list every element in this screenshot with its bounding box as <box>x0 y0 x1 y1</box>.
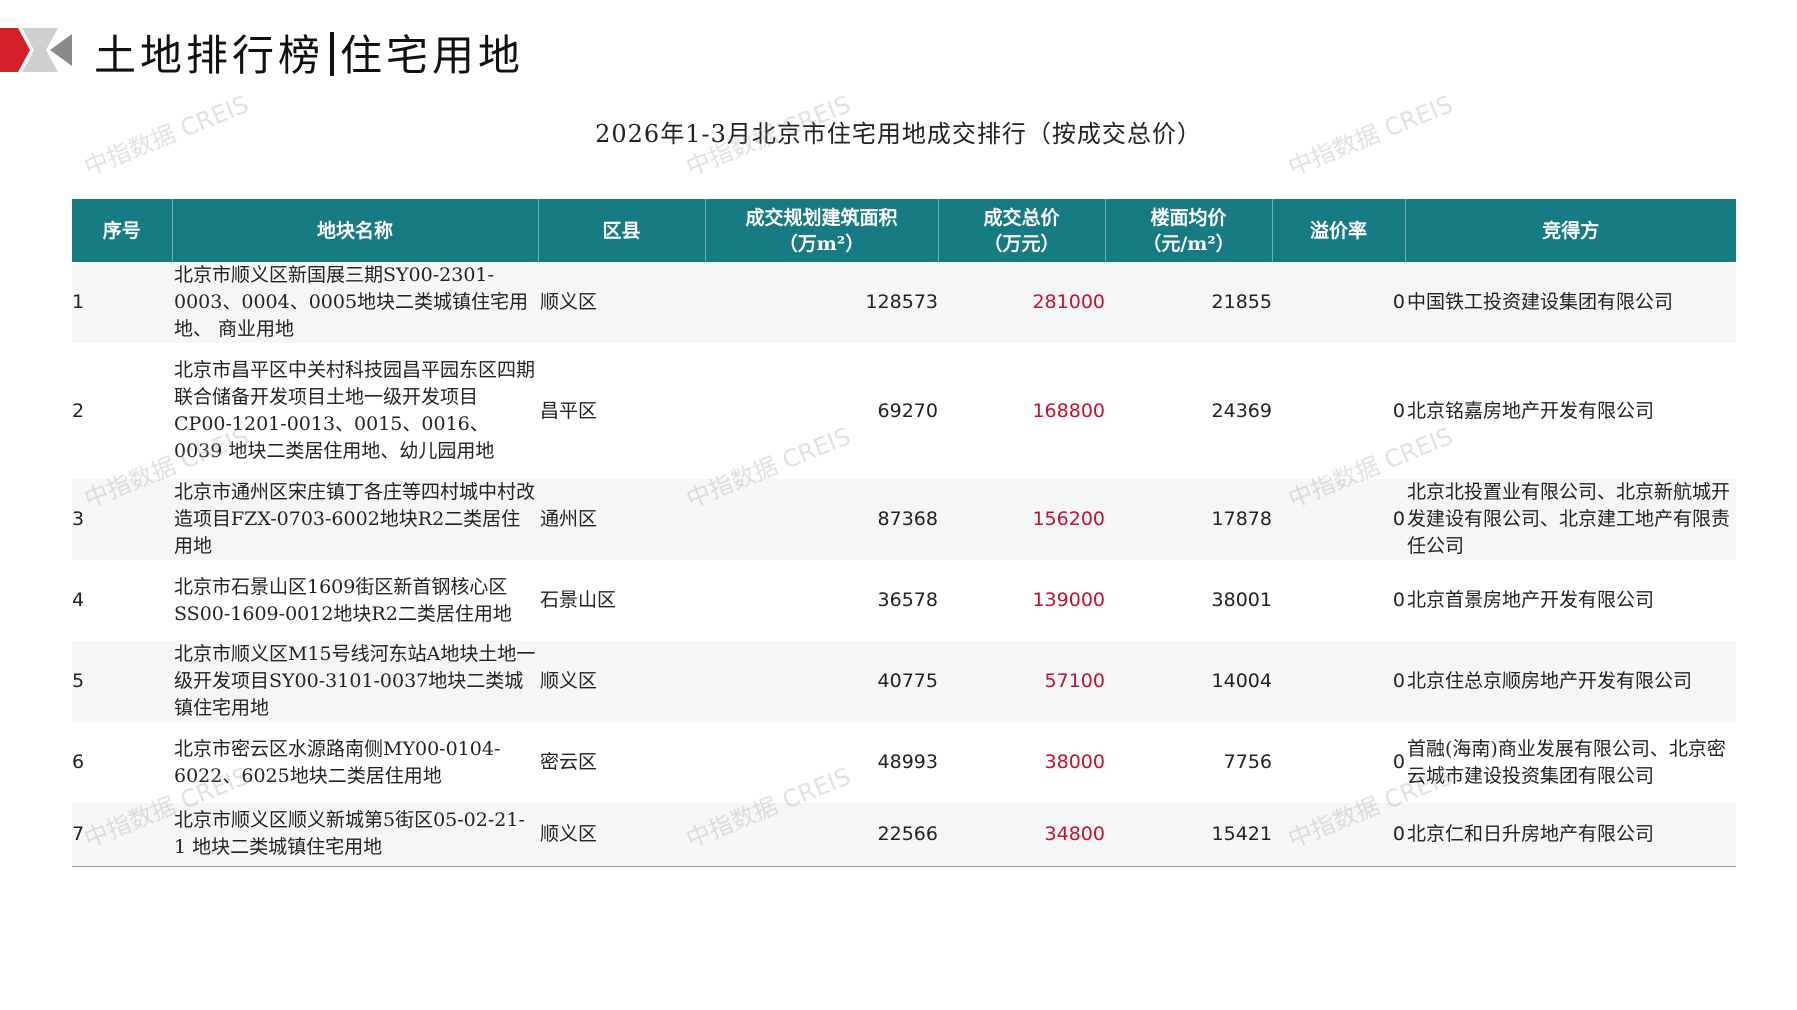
cell-area: 48993 <box>705 722 938 803</box>
cell-total: 156200 <box>938 479 1105 560</box>
cell-winner: 北京仁和日升房地产有限公司 <box>1405 803 1736 867</box>
cell-unit-price: 17878 <box>1105 479 1272 560</box>
cell-seq: 6 <box>72 722 172 803</box>
col-header-total: 成交总价 （万元） <box>938 199 1106 262</box>
cell-seq: 2 <box>72 343 172 479</box>
brand-logo-icon <box>0 28 72 72</box>
table-row: 2 北京市昌平区中关村科技园昌平园东区四期联合储备开发项目土地一级开发项目 CP… <box>72 343 1736 479</box>
cell-area: 69270 <box>705 343 938 479</box>
cell-seq: 1 <box>72 262 172 343</box>
table-row: 5 北京市顺义区M15号线河东站A地块土地一级开发项目SY00-3101-003… <box>72 641 1736 722</box>
cell-total: 168800 <box>938 343 1105 479</box>
cell-district: 顺义区 <box>538 641 705 722</box>
cell-seq: 4 <box>72 560 172 641</box>
cell-premium: 0 <box>1272 479 1405 560</box>
cell-winner: 中国铁工投资建设集团有限公司 <box>1405 262 1736 343</box>
cell-name: 北京市密云区水源路南侧MY00-0104-6022、6025地块二类居住用地 <box>172 722 538 803</box>
cell-premium: 0 <box>1272 722 1405 803</box>
cell-winner: 北京铭嘉房地产开发有限公司 <box>1405 343 1736 479</box>
cell-unit-price: 7756 <box>1105 722 1272 803</box>
cell-area: 128573 <box>705 262 938 343</box>
cell-name: 北京市通州区宋庄镇丁各庄等四村城中村改造项目FZX-0703-6002地块R2二… <box>172 479 538 560</box>
cell-winner: 首融(海南)商业发展有限公司、北京密云城市建设投资集团有限公司 <box>1405 722 1736 803</box>
cell-total: 34800 <box>938 803 1105 867</box>
cell-seq: 3 <box>72 479 172 560</box>
cell-name: 北京市昌平区中关村科技园昌平园东区四期联合储备开发项目土地一级开发项目 CP00… <box>172 343 538 479</box>
cell-seq: 7 <box>72 803 172 867</box>
table-row: 3 北京市通州区宋庄镇丁各庄等四村城中村改造项目FZX-0703-6002地块R… <box>72 479 1736 560</box>
cell-unit-price: 21855 <box>1105 262 1272 343</box>
col-header-name: 地块名称 <box>172 199 539 262</box>
cell-premium: 0 <box>1272 803 1405 867</box>
cell-premium: 0 <box>1272 343 1405 479</box>
cell-district: 密云区 <box>538 722 705 803</box>
cell-district: 顺义区 <box>538 803 705 867</box>
cell-total: 139000 <box>938 560 1105 641</box>
col-header-district: 区县 <box>538 199 706 262</box>
cell-area: 22566 <box>705 803 938 867</box>
cell-area: 36578 <box>705 560 938 641</box>
cell-district: 顺义区 <box>538 262 705 343</box>
col-header-winner: 竞得方 <box>1405 199 1736 262</box>
table-header-row: 序号 地块名称 区县 成交规划建筑面积 （万m²） 成交总价 （万元） 楼面均价… <box>72 199 1736 262</box>
cell-name: 北京市石景山区1609街区新首钢核心区SS00-1609-0012地块R2二类居… <box>172 560 538 641</box>
col-header-premium: 溢价率 <box>1272 199 1406 262</box>
cell-winner: 北京首景房地产开发有限公司 <box>1405 560 1736 641</box>
cell-area: 40775 <box>705 641 938 722</box>
cell-total: 57100 <box>938 641 1105 722</box>
cell-district: 通州区 <box>538 479 705 560</box>
cell-name: 北京市顺义区新国展三期SY00-2301-0003、0004、0005地块二类城… <box>172 262 538 343</box>
cell-seq: 5 <box>72 641 172 722</box>
table-row: 4 北京市石景山区1609街区新首钢核心区SS00-1609-0012地块R2二… <box>72 560 1736 641</box>
cell-winner: 北京北投置业有限公司、北京新航城开发建设有限公司、北京建工地产有限责任公司 <box>1405 479 1736 560</box>
cell-unit-price: 24369 <box>1105 343 1272 479</box>
table-row: 7 北京市顺义区顺义新城第5街区05-02-21-1 地块二类城镇住宅用地 顺义… <box>72 803 1736 867</box>
cell-district: 昌平区 <box>538 343 705 479</box>
col-header-unit-price: 楼面均价 （元/m²） <box>1105 199 1273 262</box>
page-title: 土地排行榜 住宅用地 <box>94 22 524 83</box>
cell-unit-price: 14004 <box>1105 641 1272 722</box>
cell-premium: 0 <box>1272 641 1405 722</box>
col-header-area: 成交规划建筑面积 （万m²） <box>705 199 939 262</box>
table-row: 1 北京市顺义区新国展三期SY00-2301-0003、0004、0005地块二… <box>72 262 1736 343</box>
cell-unit-price: 38001 <box>1105 560 1272 641</box>
cell-name: 北京市顺义区M15号线河东站A地块土地一级开发项目SY00-3101-0037地… <box>172 641 538 722</box>
cell-winner: 北京住总京顺房地产开发有限公司 <box>1405 641 1736 722</box>
land-ranking-table: 序号 地块名称 区县 成交规划建筑面积 （万m²） 成交总价 （万元） 楼面均价… <box>72 199 1736 867</box>
cell-district: 石景山区 <box>538 560 705 641</box>
title-separator <box>330 32 335 76</box>
page-title-main: 土地排行榜 <box>94 31 325 80</box>
table-title: 2026年1-3月北京市住宅用地成交排行（按成交总价） <box>595 120 1202 148</box>
table-row: 6 北京市密云区水源路南侧MY00-0104-6022、6025地块二类居住用地… <box>72 722 1736 803</box>
col-header-seq: 序号 <box>72 199 173 262</box>
cell-name: 北京市顺义区顺义新城第5街区05-02-21-1 地块二类城镇住宅用地 <box>172 803 538 867</box>
cell-unit-price: 15421 <box>1105 803 1272 867</box>
page-title-sub: 住宅用地 <box>340 31 525 80</box>
cell-total: 281000 <box>938 262 1105 343</box>
cell-area: 87368 <box>705 479 938 560</box>
cell-premium: 0 <box>1272 262 1405 343</box>
cell-premium: 0 <box>1272 560 1405 641</box>
cell-total: 38000 <box>938 722 1105 803</box>
